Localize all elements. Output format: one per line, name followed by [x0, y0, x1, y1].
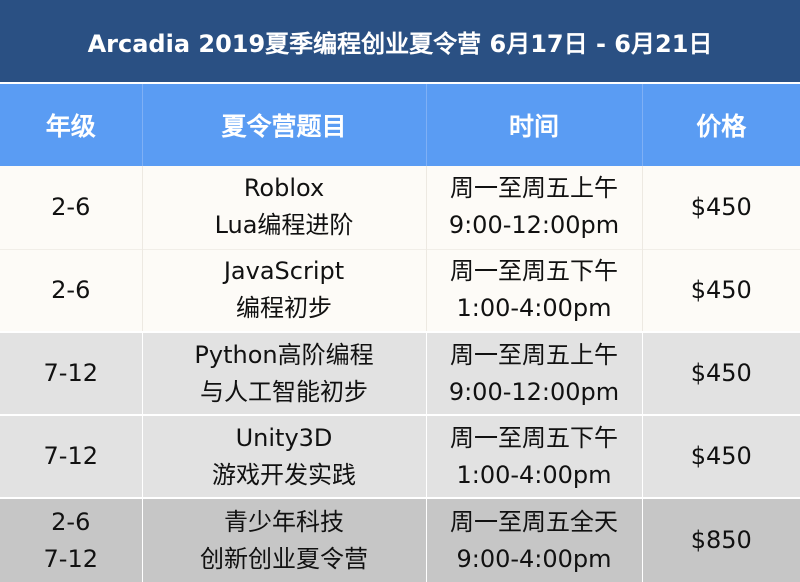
- cell-topic: Python高阶编程 与人工智能初步: [142, 332, 427, 415]
- cell-grade: 2-6: [0, 166, 143, 249]
- topic-line-1: 青少年科技: [224, 507, 344, 536]
- cell-time: 周一至周五上午 9:00-12:00pm: [426, 332, 643, 415]
- time-days: 周一至周五全天: [450, 507, 618, 536]
- cell-topic: Unity3D 游戏开发实践: [142, 415, 427, 498]
- cell-topic: Roblox Lua编程进阶: [142, 166, 427, 249]
- table-row: 2-6 Roblox Lua编程进阶 周一至周五上午 9:00-12:00pm …: [0, 166, 800, 249]
- topic-line-1: Roblox: [243, 174, 325, 203]
- table-row: 7-12 Python高阶编程 与人工智能初步 周一至周五上午 9:00-12:…: [0, 332, 800, 415]
- topic-line-2: 与人工智能初步: [200, 377, 368, 406]
- cell-grade: 7-12: [0, 332, 143, 415]
- header-grade: 年级: [0, 84, 143, 166]
- table-row: 7-12 Unity3D 游戏开发实践 周一至周五下午 1:00-4:00pm …: [0, 415, 800, 498]
- cell-price: $450: [690, 359, 752, 387]
- grade-text: 7-12: [43, 359, 98, 387]
- page-title: Arcadia 2019夏季编程创业夏令营 6月17日 - 6月21日: [0, 0, 800, 84]
- grade-text: 2-6: [51, 192, 91, 221]
- cell-time: 周一至周五下午 1:00-4:00pm: [426, 249, 643, 332]
- table-row: 2-6 7-12 青少年科技 创新创业夏令营 周一至周五全天 9:00-4:00…: [0, 498, 800, 582]
- time-hours: 1:00-4:00pm: [456, 294, 612, 323]
- time-days: 周一至周五下午: [450, 423, 618, 452]
- grade-text: 7-12: [43, 544, 98, 573]
- cell-time: 周一至周五全天 9:00-4:00pm: [426, 498, 643, 582]
- cell-grade: 2-6 7-12: [0, 498, 143, 582]
- topic-line-2: 游戏开发实践: [212, 460, 356, 489]
- cell-topic: 青少年科技 创新创业夏令营: [142, 498, 427, 582]
- table-row: 2-6 JavaScript 编程初步 周一至周五下午 1:00-4:00pm …: [0, 249, 800, 332]
- cell-price: $450: [690, 275, 752, 304]
- grade-text: 2-6: [51, 507, 91, 536]
- camp-schedule: Arcadia 2019夏季编程创业夏令营 6月17日 - 6月21日 年级 夏…: [0, 0, 800, 582]
- table-header-row: 年级 夏令营题目 时间 价格: [0, 84, 800, 166]
- topic-line-2: Lua编程进阶: [214, 211, 354, 240]
- cell-price: $450: [690, 192, 752, 221]
- header-time: 时间: [426, 84, 643, 166]
- cell-price: $850: [690, 526, 752, 554]
- time-days: 周一至周五下午: [450, 257, 618, 286]
- cell-time: 周一至周五上午 9:00-12:00pm: [426, 166, 643, 249]
- topic-line-1: JavaScript: [223, 257, 345, 286]
- cell-time: 周一至周五下午 1:00-4:00pm: [426, 415, 643, 498]
- time-hours: 9:00-12:00pm: [448, 211, 620, 240]
- header-topic: 夏令营题目: [142, 84, 427, 166]
- time-hours: 1:00-4:00pm: [456, 460, 612, 489]
- cell-grade: 7-12: [0, 415, 143, 498]
- header-price: 价格: [696, 112, 747, 141]
- topic-line-2: 编程初步: [236, 294, 332, 323]
- topic-line-1: Python高阶编程: [194, 340, 374, 369]
- time-hours: 9:00-12:00pm: [448, 377, 620, 406]
- cell-grade: 2-6: [0, 249, 143, 332]
- grade-text: 2-6: [51, 275, 91, 304]
- grade-text: 7-12: [43, 442, 98, 470]
- time-days: 周一至周五上午: [450, 340, 618, 369]
- topic-line-1: Unity3D: [235, 423, 333, 452]
- topic-line-2: 创新创业夏令营: [200, 544, 368, 573]
- time-hours: 9:00-4:00pm: [456, 544, 612, 573]
- time-days: 周一至周五上午: [450, 174, 618, 203]
- cell-topic: JavaScript 编程初步: [142, 249, 427, 332]
- schedule-table: 年级 夏令营题目 时间 价格 2-6 Roblox Lua编程进阶 周一至周五上…: [0, 84, 800, 582]
- cell-price: $450: [690, 442, 752, 470]
